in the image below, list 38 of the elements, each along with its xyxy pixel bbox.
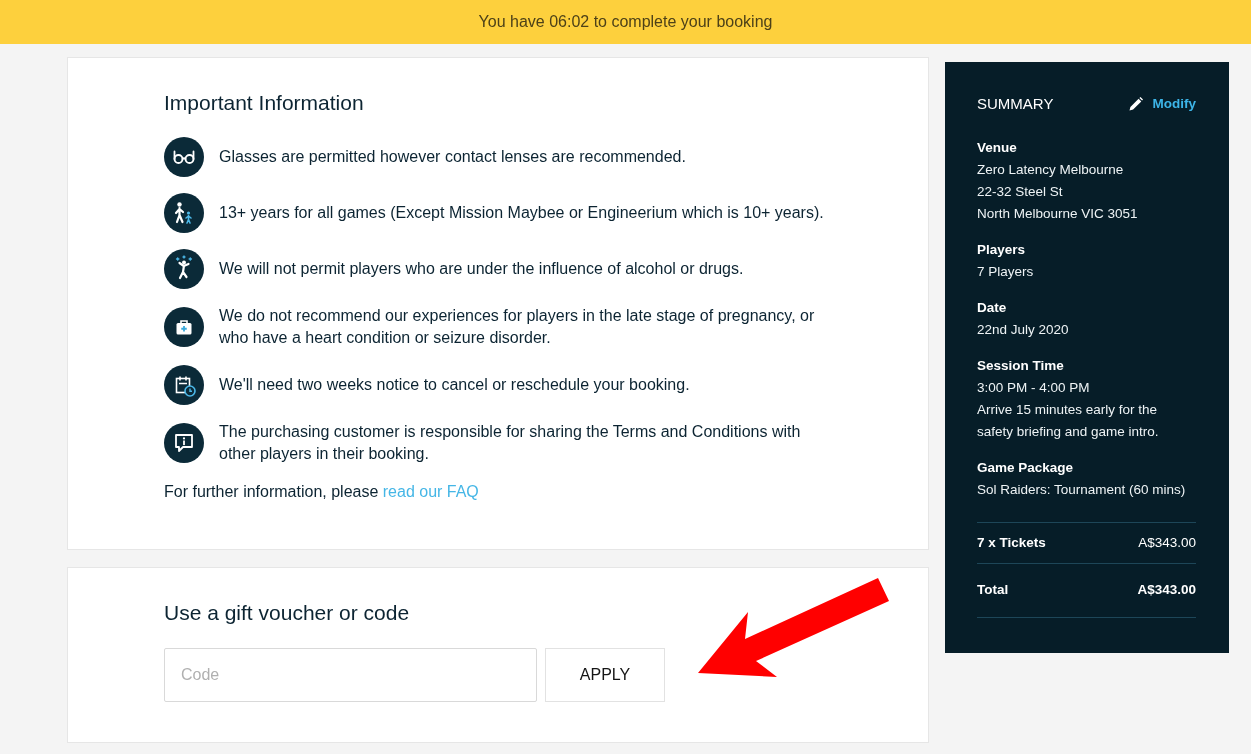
- summary-value: Arrive 15 minutes early for the safety briefing and game intro.: [977, 401, 1160, 441]
- summary-value: Sol Raiders: Tournament (60 mins): [977, 481, 1187, 499]
- summary-label: Players: [977, 241, 1027, 259]
- summary-title: SUMMARY: [977, 93, 1054, 114]
- information-text: The purchasing customer is responsible for sharing the Terms and Conditions with other players in their booking.: [219, 422, 802, 464]
- information-text: 13+ years for all games (Except Mission Maybee or Engineerium which is 10+ years).: [219, 203, 825, 223]
- adult-and-child-icon: [164, 193, 204, 233]
- section-title: Important Information: [164, 90, 365, 116]
- glasses-icon: [164, 137, 204, 177]
- modify-link[interactable]: Modify: [1128, 93, 1196, 115]
- summary-value: 22nd July 2020: [977, 321, 1070, 339]
- info-message-icon: [164, 423, 204, 463]
- information-text: We will not permit players who are under the influence of alcohol or drugs.: [219, 259, 745, 279]
- information-text: We'll need two weeks notice to cancel or reschedule your booking.: [219, 375, 691, 395]
- line-item-amount: A$343.00: [1138, 534, 1196, 552]
- summary-label: Game Package: [977, 459, 1075, 477]
- line-item-label: 7 x Tickets: [977, 534, 1046, 552]
- summary-label: Venue: [977, 139, 1018, 157]
- summary-value: 3:00 PM - 4:00 PM: [977, 379, 1091, 397]
- summary-value: 7 Players: [977, 263, 1035, 281]
- total-amount: A$343.00: [1137, 581, 1196, 599]
- code-input[interactable]: Code: [164, 648, 537, 702]
- medical-kit-icon: [164, 307, 204, 347]
- calendar-clock-icon: [164, 365, 204, 405]
- summary-label: Session Time: [977, 357, 1065, 375]
- summary-label: Date: [977, 299, 1008, 317]
- apply-button[interactable]: APPLY: [545, 648, 665, 702]
- faq-note: For further information, please read our FAQ: [164, 482, 480, 502]
- summary-value: North Melbourne VIC 3051: [977, 205, 1139, 223]
- information-text: Glasses are permitted however contact lenses are recommended.: [219, 147, 687, 167]
- section-title: Use a gift voucher or code: [164, 600, 411, 626]
- timer-message: You have 06:02 to complete your booking: [478, 12, 773, 32]
- pencil-icon: [1128, 97, 1143, 111]
- summary-value: 22-32 Steel St: [977, 183, 1064, 201]
- summary-value: Zero Latency Melbourne: [977, 161, 1125, 179]
- information-text: We do not recommend our experiences for players in the late stage of pregnancy, or who have a heart condition or seizure disorder.: [219, 306, 816, 348]
- total-label: Total: [977, 581, 1009, 599]
- dizzy-person-icon: [164, 249, 204, 289]
